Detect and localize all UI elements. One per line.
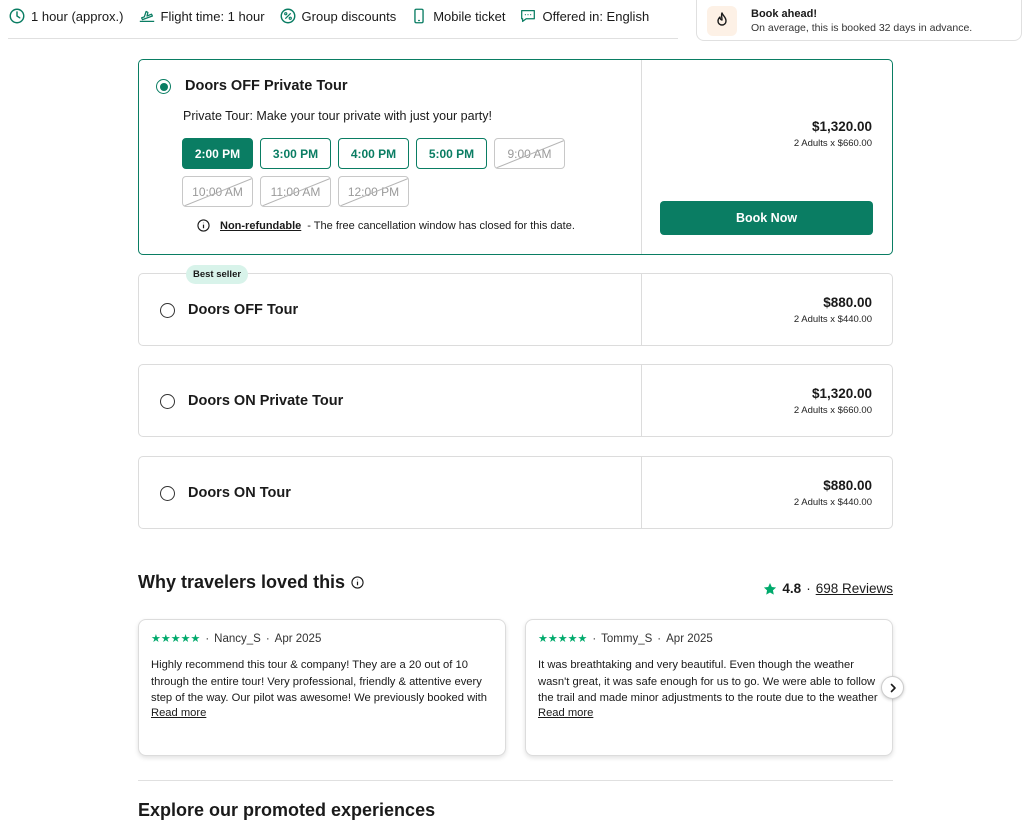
star-rating-icon: ★★★★★ — [538, 633, 588, 645]
feature-group-discounts: Group discounts — [279, 7, 397, 25]
section-title-text: Why travelers loved this — [138, 572, 346, 592]
tour-option-doors-on[interactable]: Doors ON Tour $880.00 2 Adults x $440.00 — [138, 456, 893, 529]
price-total: $880.00 — [823, 295, 872, 310]
time-slot-9am: 9:00 AM — [494, 138, 565, 169]
carousel-next-button[interactable] — [881, 676, 904, 699]
time-slot-2pm[interactable]: 2:00 PM — [182, 138, 253, 169]
option-price: $880.00 2 Adults x $440.00 — [794, 478, 872, 508]
feature-duration: 1 hour (approx.) — [8, 7, 124, 25]
reviews-count-link[interactable]: 698 Reviews — [816, 581, 893, 596]
chevron-right-icon — [890, 683, 896, 692]
explore-section-title: Explore our promoted experiences — [138, 800, 436, 820]
radio-doors-on-private[interactable] — [160, 394, 175, 409]
radio-doors-off[interactable] — [160, 303, 175, 318]
time-slots: 2:00 PM 3:00 PM 4:00 PM 5:00 PM 9:00 AM … — [182, 138, 582, 207]
review-card: ★★★★★ · Nancy_S · Apr 2025 Highly recomm… — [138, 619, 506, 756]
feature-label: Offered in: English — [542, 8, 650, 24]
info-icon — [197, 219, 210, 232]
option-price: $880.00 2 Adults x $440.00 — [794, 295, 872, 325]
price-total: $880.00 — [823, 478, 872, 493]
time-slot-11am: 11:00 AM — [260, 176, 331, 207]
feature-mobile-ticket: Mobile ticket — [410, 7, 505, 25]
tour-option-doors-off[interactable]: Doors OFF Tour $880.00 2 Adults x $440.0… — [138, 273, 893, 346]
option-description: Private Tour: Make your tour private wit… — [183, 109, 492, 123]
rating-value: 4.8 — [782, 581, 802, 596]
radio-doors-off-private[interactable] — [156, 79, 171, 94]
option-title: Doors OFF Tour — [188, 302, 299, 318]
review-text: Highly recommend this tour & company! Th… — [151, 659, 487, 704]
clock-icon — [9, 8, 25, 24]
tour-option-doors-on-private[interactable]: Doors ON Private Tour $1,320.00 2 Adults… — [138, 364, 893, 437]
feature-flight-time: Flight time: 1 hour — [138, 7, 265, 25]
price-total: $1,320.00 — [811, 119, 872, 134]
rating-summary: 4.8 · 698 Reviews — [763, 581, 893, 596]
review-date: Apr 2025 — [666, 632, 713, 645]
star-rating-icon: ★★★★★ — [151, 633, 201, 645]
tour-option-doors-off-private[interactable]: Doors OFF Private Tour Private Tour: Mak… — [138, 59, 893, 255]
option-title: Doors ON Tour — [188, 485, 291, 501]
rating-separator: · — [806, 581, 811, 596]
radio-doors-on[interactable] — [160, 486, 175, 501]
review-card: ★★★★★ · Tommy_S · Apr 2025 It was breath… — [525, 619, 893, 756]
read-more-link[interactable]: Read more — [538, 707, 880, 719]
time-slot-3pm[interactable]: 3:00 PM — [260, 138, 331, 169]
section-divider — [138, 780, 893, 781]
star-icon — [764, 582, 777, 595]
book-ahead-title: Book ahead! — [751, 7, 818, 20]
review-author: Nancy_S — [214, 632, 261, 645]
chat-icon — [521, 9, 536, 23]
price-breakdown: 2 Adults x $660.00 — [793, 138, 872, 149]
plane-icon — [139, 10, 154, 23]
book-ahead-subtitle: On average, this is booked 32 days in ad… — [751, 21, 973, 34]
review-text: It was breathtaking and very beautiful. … — [538, 659, 878, 704]
percent-icon — [280, 8, 296, 24]
price-breakdown: 2 Adults x $440.00 — [793, 497, 872, 508]
feature-language: Offered in: English — [519, 7, 649, 25]
info-icon[interactable] — [351, 576, 364, 589]
option-title: Doors OFF Private Tour — [185, 78, 348, 94]
option-price: $1,320.00 2 Adults x $660.00 — [794, 119, 872, 149]
book-ahead-card: Book ahead! On average, this is booked 3… — [696, 0, 1022, 41]
time-slot-10am: 10:00 AM — [182, 176, 253, 207]
feature-label: Mobile ticket — [433, 8, 506, 24]
refund-text: - The free cancellation window has close… — [307, 219, 575, 232]
book-now-button[interactable]: Book Now — [660, 201, 873, 235]
price-breakdown: 2 Adults x $440.00 — [793, 314, 872, 325]
refund-notice: Non-refundable - The free cancellation w… — [197, 219, 575, 232]
time-slot-12pm: 12:00 PM — [338, 176, 409, 207]
time-slot-4pm[interactable]: 4:00 PM — [338, 138, 409, 169]
phone-icon — [414, 8, 424, 24]
flame-icon — [707, 5, 737, 36]
price-total: $1,320.00 — [811, 386, 872, 401]
option-price: $1,320.00 2 Adults x $660.00 — [794, 386, 872, 416]
time-slot-5pm[interactable]: 5:00 PM — [416, 138, 487, 169]
best-seller-badge: Best seller — [186, 265, 249, 284]
feature-label: Flight time: 1 hour — [160, 8, 265, 24]
review-date: Apr 2025 — [274, 632, 322, 645]
read-more-link[interactable]: Read more — [151, 707, 493, 719]
non-refundable-link[interactable]: Non-refundable — [220, 220, 301, 232]
feature-bar: 1 hour (approx.) Flight time: 1 hour Gro… — [8, 0, 678, 39]
review-author: Tommy_S — [601, 632, 653, 645]
feature-label: 1 hour (approx.) — [31, 8, 124, 24]
price-breakdown: 2 Adults x $660.00 — [793, 405, 872, 416]
option-title: Doors ON Private Tour — [188, 393, 344, 409]
reviews-section-title: Why travelers loved this — [138, 572, 364, 593]
feature-label: Group discounts — [301, 8, 397, 24]
